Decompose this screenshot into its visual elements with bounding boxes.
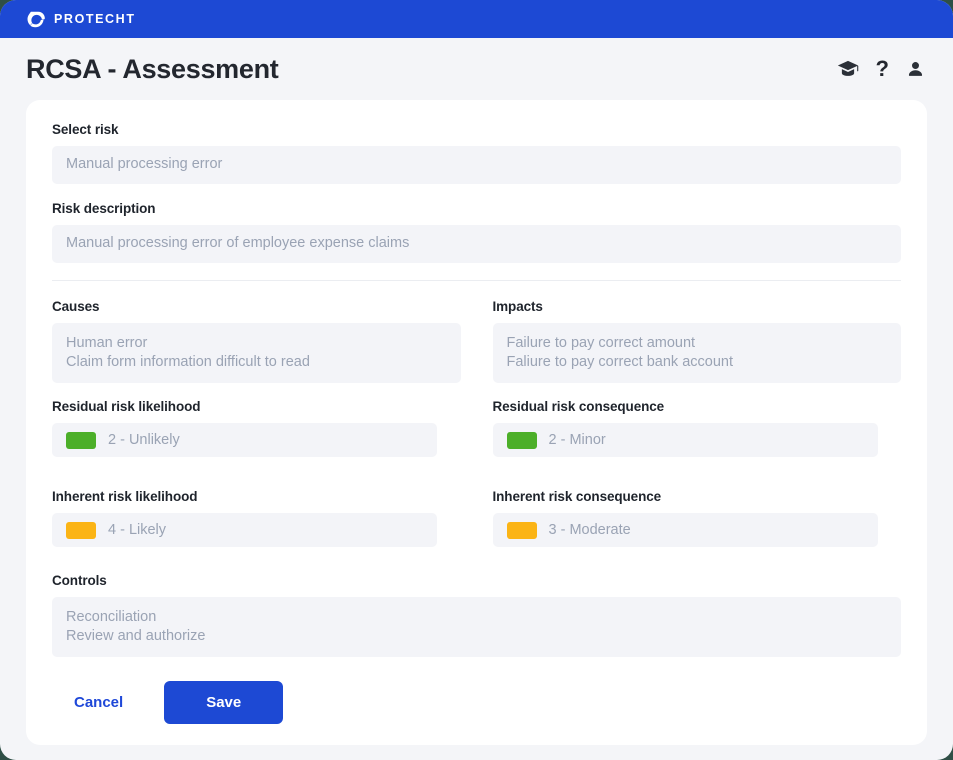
- impacts-line: Failure to pay correct amount: [506, 335, 696, 351]
- section-divider: [52, 280, 901, 281]
- inherent-consequence-input[interactable]: 3 - Moderate: [492, 513, 878, 547]
- assessment-card: Select risk Manual processing error Risk…: [26, 100, 927, 745]
- brand-name: PROTECHT: [54, 12, 136, 26]
- causes-label: Causes: [52, 299, 100, 314]
- select-risk-group: Select risk Manual processing error: [52, 122, 901, 184]
- graduation-cap-icon[interactable]: [837, 60, 859, 78]
- user-account-icon[interactable]: [906, 60, 925, 79]
- residual-consequence-input[interactable]: 2 - Minor: [492, 423, 878, 457]
- select-risk-input[interactable]: Manual processing error: [52, 146, 901, 184]
- controls-line: Reconciliation: [66, 609, 157, 625]
- brand-bar: PROTECHT: [0, 0, 953, 38]
- residual-consequence-group: Residual risk consequence 2 - Minor: [492, 399, 902, 457]
- causes-group: Causes Human error Claim form informatio…: [52, 299, 461, 383]
- inherent-likelihood-group: Inherent risk likelihood 4 - Likely: [52, 489, 461, 547]
- residual-consequence-label: Residual risk consequence: [492, 399, 665, 414]
- residual-risk-row: Residual risk likelihood 2 - Unlikely Re…: [52, 399, 901, 473]
- residual-consequence-value: 2 - Minor: [548, 432, 606, 448]
- controls-input[interactable]: Reconciliation Review and authorize: [52, 597, 901, 657]
- header-actions: ?: [837, 58, 925, 80]
- form-actions: Cancel Save: [52, 681, 901, 724]
- select-risk-label: Select risk: [52, 122, 119, 137]
- controls-group: Controls Reconciliation Review and autho…: [52, 573, 901, 657]
- impacts-line: Faliure to pay correct bank account: [506, 354, 733, 370]
- rating-color-swatch: [66, 521, 96, 539]
- residual-likelihood-input[interactable]: 2 - Unlikely: [52, 423, 437, 457]
- causes-line: Human error: [66, 335, 148, 351]
- protecht-logo-icon: [27, 11, 45, 27]
- controls-line: Review and authorize: [66, 628, 206, 644]
- page-title: RCSA - Assessment: [26, 53, 279, 84]
- inherent-risk-row: Inherent risk likelihood 4 - Likely Inhe…: [52, 489, 901, 563]
- impacts-input[interactable]: Failure to pay correct amount Faliure to…: [492, 323, 901, 383]
- rating-color-swatch: [506, 431, 537, 449]
- cancel-button[interactable]: Cancel: [52, 684, 145, 721]
- rating-color-swatch: [66, 431, 96, 449]
- controls-label: Controls: [52, 573, 107, 588]
- page-header: RCSA - Assessment ?: [0, 38, 953, 100]
- risk-description-label: Risk description: [52, 201, 156, 216]
- risk-description-input[interactable]: Manual processing error of employee expe…: [52, 225, 901, 263]
- causes-line: Claim form information difficult to read: [66, 354, 310, 370]
- inherent-likelihood-value: 4 - Likely: [108, 522, 167, 538]
- risk-description-group: Risk description Manual processing error…: [52, 201, 901, 263]
- save-button[interactable]: Save: [164, 681, 284, 724]
- impacts-label: Impacts: [492, 299, 543, 314]
- inherent-consequence-value: 3 - Moderate: [548, 522, 631, 538]
- inherent-likelihood-input[interactable]: 4 - Likely: [52, 513, 437, 547]
- causes-impacts-row: Causes Human error Claim form informatio…: [52, 299, 901, 383]
- residual-likelihood-group: Residual risk likelihood 2 - Unlikely: [52, 399, 461, 457]
- impacts-group: Impacts Failure to pay correct amount Fa…: [492, 299, 901, 383]
- residual-likelihood-label: Residual risk likelihood: [52, 399, 201, 414]
- app-window: PROTECHT RCSA - Assessment ? Select risk…: [0, 0, 953, 760]
- inherent-consequence-group: Inherent risk consequence 3 - Moderate: [492, 489, 902, 547]
- brand-logo[interactable]: PROTECHT: [26, 10, 136, 29]
- rating-color-swatch: [506, 521, 537, 539]
- inherent-likelihood-label: Inherent risk likelihood: [52, 489, 198, 504]
- residual-likelihood-value: 2 - Unlikely: [108, 432, 180, 448]
- inherent-consequence-label: Inherent risk consequence: [492, 489, 662, 504]
- help-question-icon[interactable]: ?: [876, 58, 889, 80]
- causes-input[interactable]: Human error Claim form information diffi…: [52, 323, 461, 383]
